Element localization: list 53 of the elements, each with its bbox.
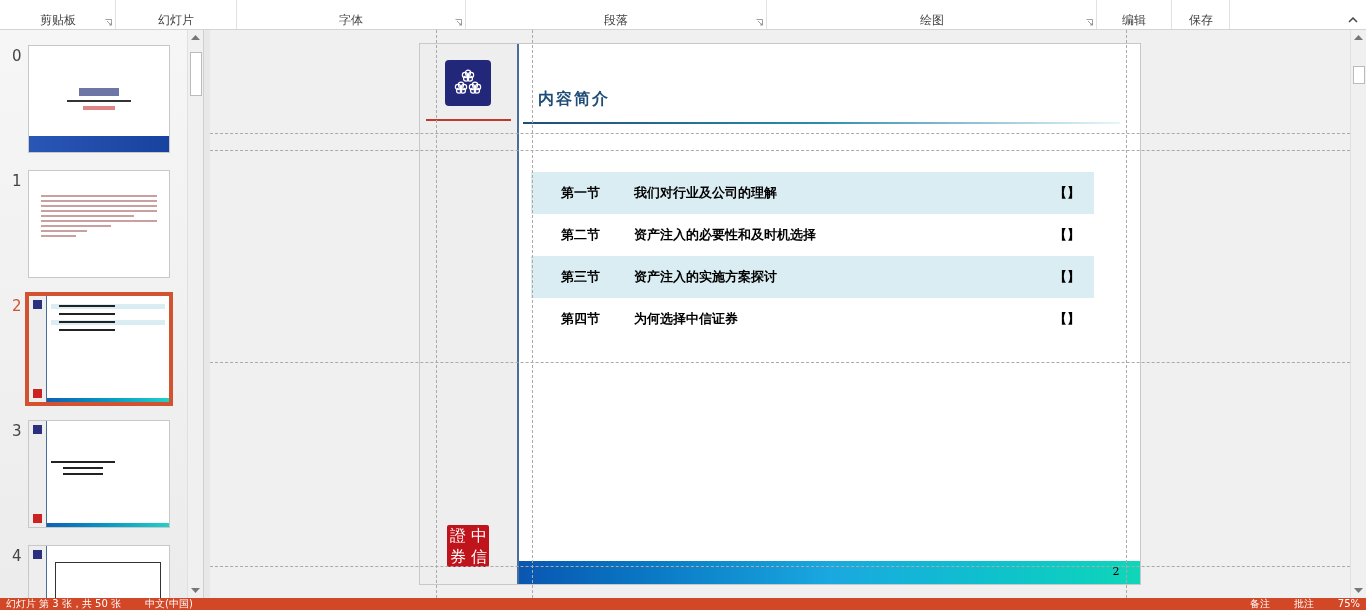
page-number: 2 bbox=[1112, 564, 1120, 581]
section-label: 第一节 bbox=[559, 184, 601, 203]
slide-number: 4 bbox=[12, 546, 23, 564]
scroll-down-icon[interactable] bbox=[1354, 588, 1363, 594]
section-label: 第三节 bbox=[559, 268, 601, 287]
ribbon-group-label: 段落 bbox=[604, 13, 628, 27]
language: 中文(中国) bbox=[145, 599, 193, 609]
ribbon-group-label: 编辑 bbox=[1122, 13, 1146, 27]
bracket-mark: 【】 bbox=[1053, 268, 1081, 287]
slide-number: 3 bbox=[12, 421, 23, 439]
zoom-level[interactable]: 75% bbox=[1337, 599, 1360, 609]
notes-button[interactable]: 备注 bbox=[1249, 599, 1270, 609]
slide-title: 内容简介 bbox=[537, 88, 610, 110]
slide-thumbnail[interactable] bbox=[28, 420, 170, 528]
ribbon-group-label: 保存 bbox=[1188, 13, 1213, 27]
bracket-mark: 【】 bbox=[1053, 310, 1081, 329]
scrollbar[interactable] bbox=[187, 30, 203, 598]
bracket-mark: 【】 bbox=[1053, 226, 1081, 245]
scrollbar-thumb[interactable] bbox=[1353, 66, 1365, 84]
slide-info: 幻灯片 第 3 张，共 50 张 bbox=[6, 599, 121, 609]
ribbon-group-label: 剪贴板 bbox=[39, 13, 76, 27]
slide-number: 0 bbox=[12, 46, 23, 64]
seal-character: 中 bbox=[470, 527, 487, 544]
section-label: 第二节 bbox=[559, 226, 601, 245]
bracket-mark: 【】 bbox=[1053, 184, 1081, 203]
slide-thumbnail[interactable] bbox=[25, 292, 173, 406]
seal-character: 信 bbox=[470, 548, 487, 565]
section-title: 为何选择中信证券 bbox=[633, 310, 739, 329]
dialog-launcher-icon[interactable] bbox=[1086, 19, 1093, 26]
section-label: 第四节 bbox=[559, 310, 601, 329]
seal-character: 證 bbox=[449, 527, 466, 544]
dialog-launcher-icon[interactable] bbox=[455, 19, 462, 26]
scroll-up-icon[interactable] bbox=[1354, 34, 1363, 40]
scrollbar[interactable] bbox=[1350, 30, 1366, 598]
section-title: 资产注入的实施方案探讨 bbox=[633, 268, 778, 287]
slide-number: 2 bbox=[12, 296, 23, 314]
dialog-launcher-icon[interactable] bbox=[105, 19, 112, 26]
ribbon-group-label: 幻灯片 bbox=[158, 13, 194, 27]
collapse-ribbon-icon[interactable] bbox=[1348, 16, 1358, 23]
scroll-up-icon[interactable] bbox=[191, 34, 200, 40]
section-title: 资产注入的必要性和及时机选择 bbox=[633, 226, 817, 245]
dialog-launcher-icon[interactable] bbox=[756, 19, 763, 26]
slide-thumbnail[interactable] bbox=[28, 170, 170, 278]
scroll-down-icon[interactable] bbox=[191, 588, 200, 594]
comments-button[interactable]: 批注 bbox=[1293, 599, 1314, 609]
seal-character: 券 bbox=[449, 548, 466, 565]
flower-logo-icon bbox=[445, 60, 491, 106]
ribbon-group-label: 绘图 bbox=[919, 13, 944, 27]
scrollbar-thumb[interactable] bbox=[190, 52, 202, 96]
slide-number: 1 bbox=[12, 171, 23, 189]
slide-thumbnail[interactable] bbox=[28, 45, 170, 153]
ribbon-group-label: 字体 bbox=[339, 13, 363, 27]
section-title: 我们对行业及公司的理解 bbox=[633, 184, 778, 203]
